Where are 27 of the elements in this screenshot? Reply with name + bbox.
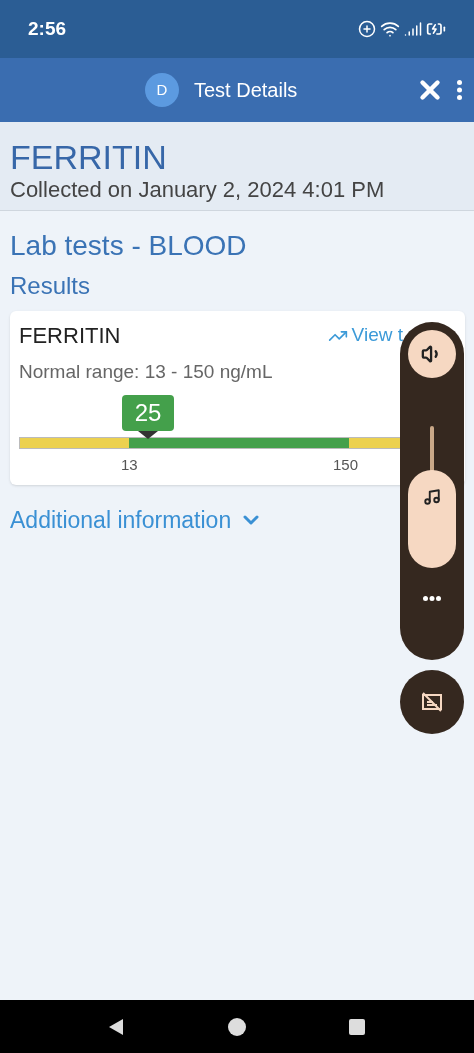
collected-date: Collected on January 2, 2024 4:01 PM [10,176,386,204]
data-saver-icon [358,20,376,38]
home-icon[interactable] [227,1016,247,1037]
status-time: 2:56 [28,16,67,41]
results-heading: Results [10,271,92,301]
recents-icon[interactable] [347,1016,367,1037]
signal-icon [404,20,422,38]
high-limit: 150 [333,454,359,475]
sound-mode-button[interactable] [408,330,456,378]
more-icon [457,80,462,100]
normal-range: Normal range: 13 - 150 ng/mL [19,360,274,384]
more-icon[interactable] [423,596,441,601]
wifi-icon [380,19,400,39]
additional-info-toggle[interactable]: Additional information [10,502,264,537]
test-title: FERRITIN [10,138,168,176]
value-marker: 25 [122,394,174,431]
volume-thumb[interactable] [408,470,456,568]
low-limit: 13 [121,454,138,475]
music-icon [423,488,441,506]
screen-title: Test Details [194,78,298,103]
view-trend-link[interactable]: View t [327,321,403,350]
result-name: FERRITIN [19,322,121,350]
avatar[interactable]: D [145,73,179,107]
captions-off-icon [421,691,443,713]
more-button[interactable] [457,80,462,100]
pointer-icon [138,430,158,439]
section-title: Lab tests - BLOOD [10,229,248,263]
